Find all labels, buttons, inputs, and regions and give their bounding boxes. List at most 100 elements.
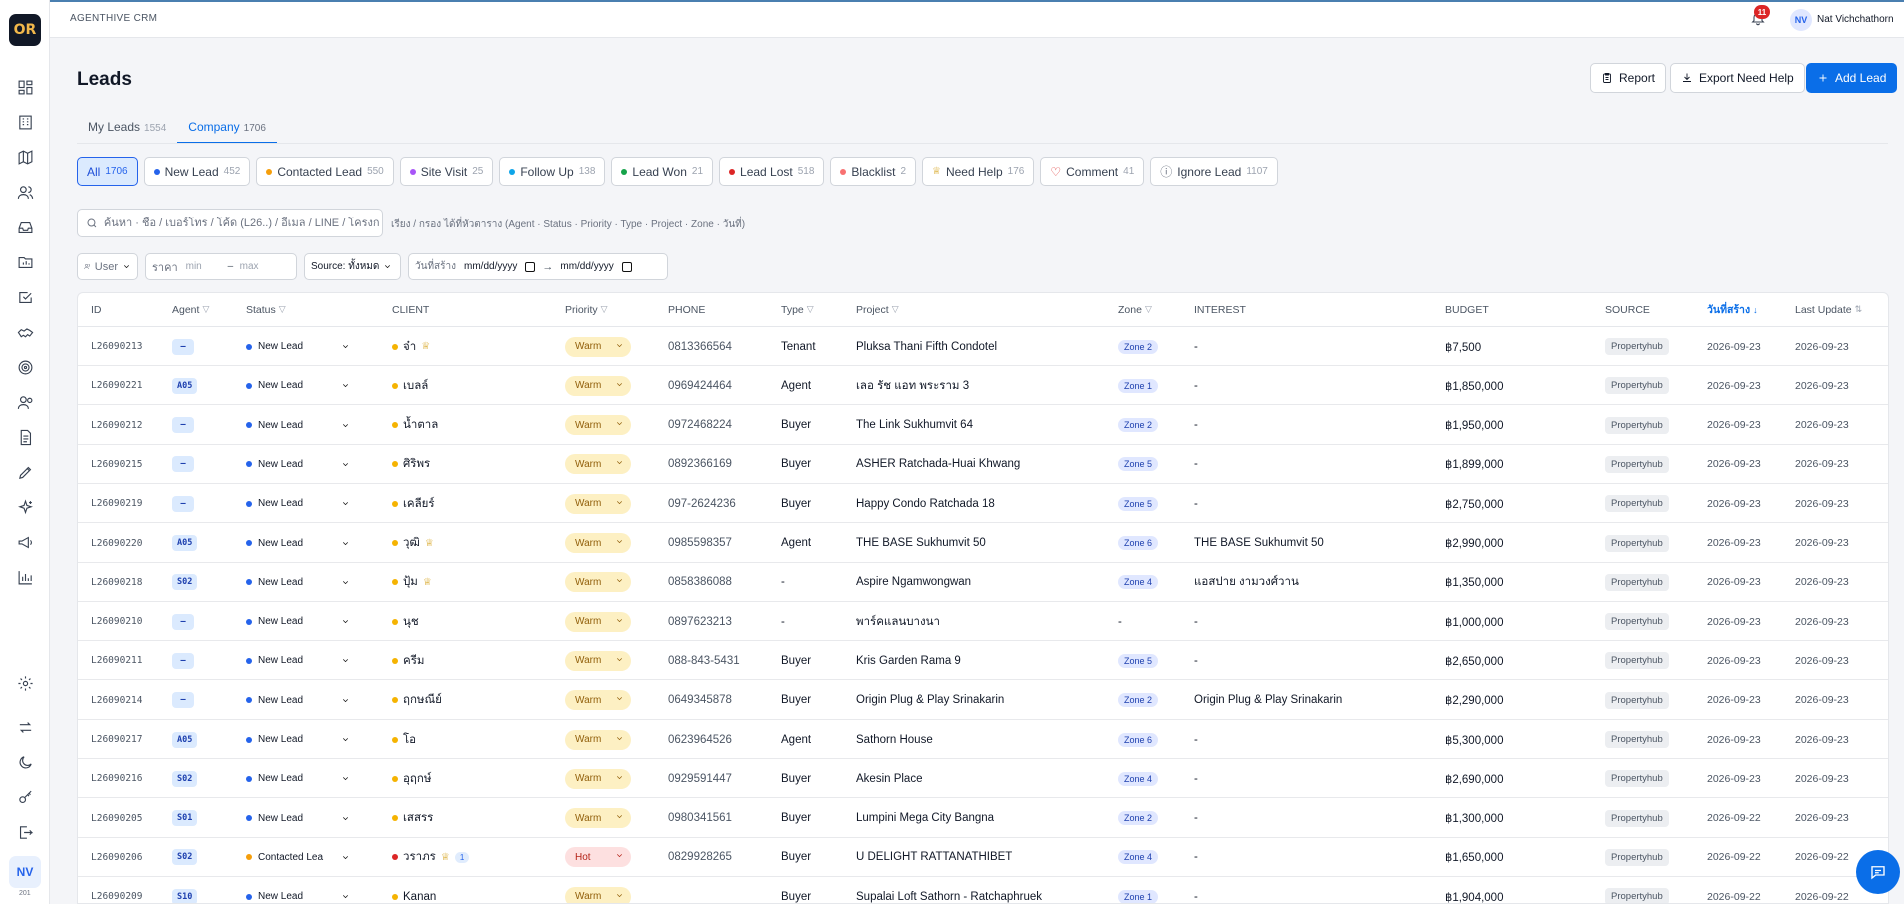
status-select[interactable]: New Lead — [246, 695, 303, 706]
app-logo[interactable]: OR — [9, 14, 41, 46]
col-header-project[interactable]: Project ▽ — [856, 293, 899, 326]
user-avatar[interactable]: NV — [1790, 9, 1812, 31]
phone-cell[interactable]: 0980341561 — [668, 799, 732, 838]
switch-icon[interactable] — [16, 718, 34, 736]
price-min-input[interactable]: min — [186, 261, 228, 272]
target-icon[interactable] — [16, 358, 34, 376]
comment-count-badge[interactable]: 1 — [454, 851, 470, 863]
key-icon[interactable] — [16, 788, 34, 806]
status-select[interactable]: New Lead — [246, 577, 303, 588]
export-button[interactable]: Export Need Help — [1670, 63, 1805, 93]
col-header-zone[interactable]: Zone ▽ — [1118, 293, 1152, 326]
date-from-input[interactable]: mm/dd/yyyy — [464, 261, 517, 272]
priority-select[interactable]: Warm — [565, 729, 631, 750]
chevron-down-icon[interactable] — [341, 892, 350, 901]
filter-icon[interactable]: ▽ — [1145, 304, 1152, 315]
status-select[interactable]: New Lead — [246, 420, 303, 431]
status-cell[interactable]: New Lead — [246, 484, 350, 523]
client-cell[interactable]: เบลล์ — [392, 366, 428, 405]
phone-number[interactable]: 0623964526 — [668, 734, 732, 746]
add-lead-button[interactable]: Add Lead — [1806, 63, 1898, 93]
chevron-down-icon[interactable] — [341, 656, 350, 665]
status-select[interactable]: New Lead — [246, 813, 303, 824]
status-filter-lead-won[interactable]: Lead Won 21 — [611, 157, 714, 186]
client-cell[interactable]: เคลียร์ — [392, 484, 435, 523]
filter-icon[interactable]: ▽ — [601, 304, 608, 315]
lead-id[interactable]: L26090217 — [91, 734, 142, 745]
checkbox-icon[interactable] — [16, 288, 34, 306]
status-select[interactable]: New Lead — [246, 341, 303, 352]
phone-cell[interactable]: 0929591447 — [668, 759, 732, 798]
status-cell[interactable]: New Lead — [246, 524, 350, 563]
table-row[interactable]: L26090213 – New Lead จ๋า ♕ Warm 0813366564 Tena… — [78, 327, 1888, 366]
client-cell[interactable]: ฤกษณีย์ — [392, 681, 442, 720]
date-to-input[interactable]: mm/dd/yyyy — [560, 261, 613, 272]
table-row[interactable]: L26090216 S02 New Lead อุฤกษ์ Warm 0929591447… — [78, 759, 1888, 799]
client-name[interactable]: ครีม — [403, 652, 424, 670]
phone-number[interactable]: 0813366564 — [668, 341, 732, 353]
moon-icon[interactable] — [16, 753, 34, 771]
client-name[interactable]: เสสรร — [403, 809, 433, 827]
status-select[interactable]: New Lead — [246, 891, 303, 902]
lead-id[interactable]: L26090206 — [91, 852, 142, 863]
client-name[interactable]: วุฒิ — [403, 534, 420, 552]
status-cell[interactable]: New Lead — [246, 799, 350, 838]
priority-cell[interactable]: Warm — [565, 484, 631, 523]
lead-id-cell[interactable]: L26090216 — [91, 759, 142, 798]
status-cell[interactable]: New Lead — [246, 366, 350, 405]
phone-number[interactable]: 0985598357 — [668, 537, 732, 549]
client-cell[interactable]: เสสรร — [392, 799, 433, 838]
client-name[interactable]: เคลียร์ — [403, 495, 435, 513]
chat-button[interactable] — [1856, 850, 1900, 894]
status-select[interactable]: New Lead — [246, 616, 303, 627]
status-cell[interactable]: New Lead — [246, 327, 350, 366]
client-name[interactable]: Kanan — [403, 891, 436, 903]
chevron-down-icon[interactable] — [341, 342, 350, 351]
client-cell[interactable]: ปุ้ม ♕ — [392, 563, 432, 602]
col-header-type[interactable]: Type ▽ — [781, 293, 814, 326]
phone-number[interactable]: 0892366169 — [668, 458, 732, 470]
status-cell[interactable]: New Lead — [246, 445, 350, 484]
phone-cell[interactable]: 0972468224 — [668, 406, 732, 445]
chevron-down-icon[interactable] — [341, 853, 350, 862]
lead-id-cell[interactable]: L26090218 — [91, 563, 142, 602]
col-header-priority[interactable]: Priority ▽ — [565, 293, 608, 326]
table-row[interactable]: L26090217 A05 New Lead โอ Warm 0623964526 Agen… — [78, 720, 1888, 759]
status-cell[interactable]: New Lead — [246, 641, 350, 680]
priority-cell[interactable]: Warm — [565, 681, 631, 720]
phone-cell[interactable]: 0813366564 — [668, 327, 732, 366]
tab-company[interactable]: Company 1706 — [177, 112, 277, 144]
gear-icon[interactable] — [16, 674, 34, 692]
status-filter-need-help[interactable]: ♕ Need Help 176 — [922, 157, 1035, 186]
pen-icon[interactable] — [16, 463, 34, 481]
client-cell[interactable]: จ๋า ♕ — [392, 327, 430, 366]
dashboard-icon[interactable] — [16, 78, 34, 96]
status-cell[interactable]: New Lead — [246, 720, 350, 759]
priority-select[interactable]: Warm — [565, 886, 631, 903]
status-cell[interactable]: New Lead — [246, 759, 350, 798]
phone-number[interactable]: 0980341561 — [668, 812, 732, 824]
status-select[interactable]: New Lead — [246, 459, 303, 470]
status-select[interactable]: New Lead — [246, 773, 303, 784]
priority-cell[interactable]: Warm — [565, 366, 631, 405]
client-cell[interactable]: โอ — [392, 720, 416, 759]
status-cell[interactable]: New Lead — [246, 602, 350, 641]
table-row[interactable]: L26090219 – New Lead เคลียร์ Warm 097-2624236… — [78, 484, 1888, 524]
priority-select[interactable]: Warm — [565, 808, 631, 829]
chevron-down-icon[interactable] — [341, 774, 350, 783]
phone-cell[interactable]: 088-843-5431 — [668, 641, 740, 680]
table-row[interactable]: L26090206 S02 Contacted Lea วราภร ♕ 1 Hot 08299… — [78, 838, 1888, 877]
status-cell[interactable]: New Lead — [246, 877, 350, 903]
col-header-status[interactable]: Status ▽ — [246, 293, 286, 326]
lead-id[interactable]: L26090210 — [91, 616, 142, 627]
search-input[interactable] — [103, 217, 382, 229]
lead-id[interactable]: L26090220 — [91, 538, 142, 549]
lead-id[interactable]: L26090221 — [91, 380, 142, 391]
client-cell[interactable]: ศิริพร — [392, 445, 430, 484]
status-filter-all[interactable]: All 1706 — [77, 157, 138, 186]
lead-id[interactable]: L26090209 — [91, 891, 142, 902]
status-filter-comment[interactable]: ♡ Comment 41 — [1040, 157, 1145, 186]
phone-cell[interactable]: 0649345878 — [668, 681, 732, 720]
priority-select[interactable]: Warm — [565, 415, 631, 436]
lead-id-cell[interactable]: L26090220 — [91, 524, 142, 563]
